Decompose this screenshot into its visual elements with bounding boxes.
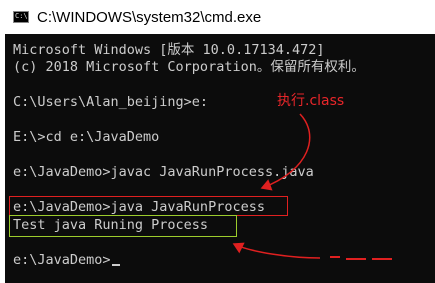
annotation-arrows: [232, 113, 321, 259]
arrow-dash: [346, 258, 366, 260]
arrow-to-output: [232, 242, 321, 259]
cmd-window: C:\ C:\WINDOWS\system32\cmd.exe Microsof…: [0, 0, 435, 283]
arrow-dash: [372, 258, 392, 260]
arrow-to-command: [260, 113, 311, 191]
arrow-dash: [330, 256, 340, 258]
